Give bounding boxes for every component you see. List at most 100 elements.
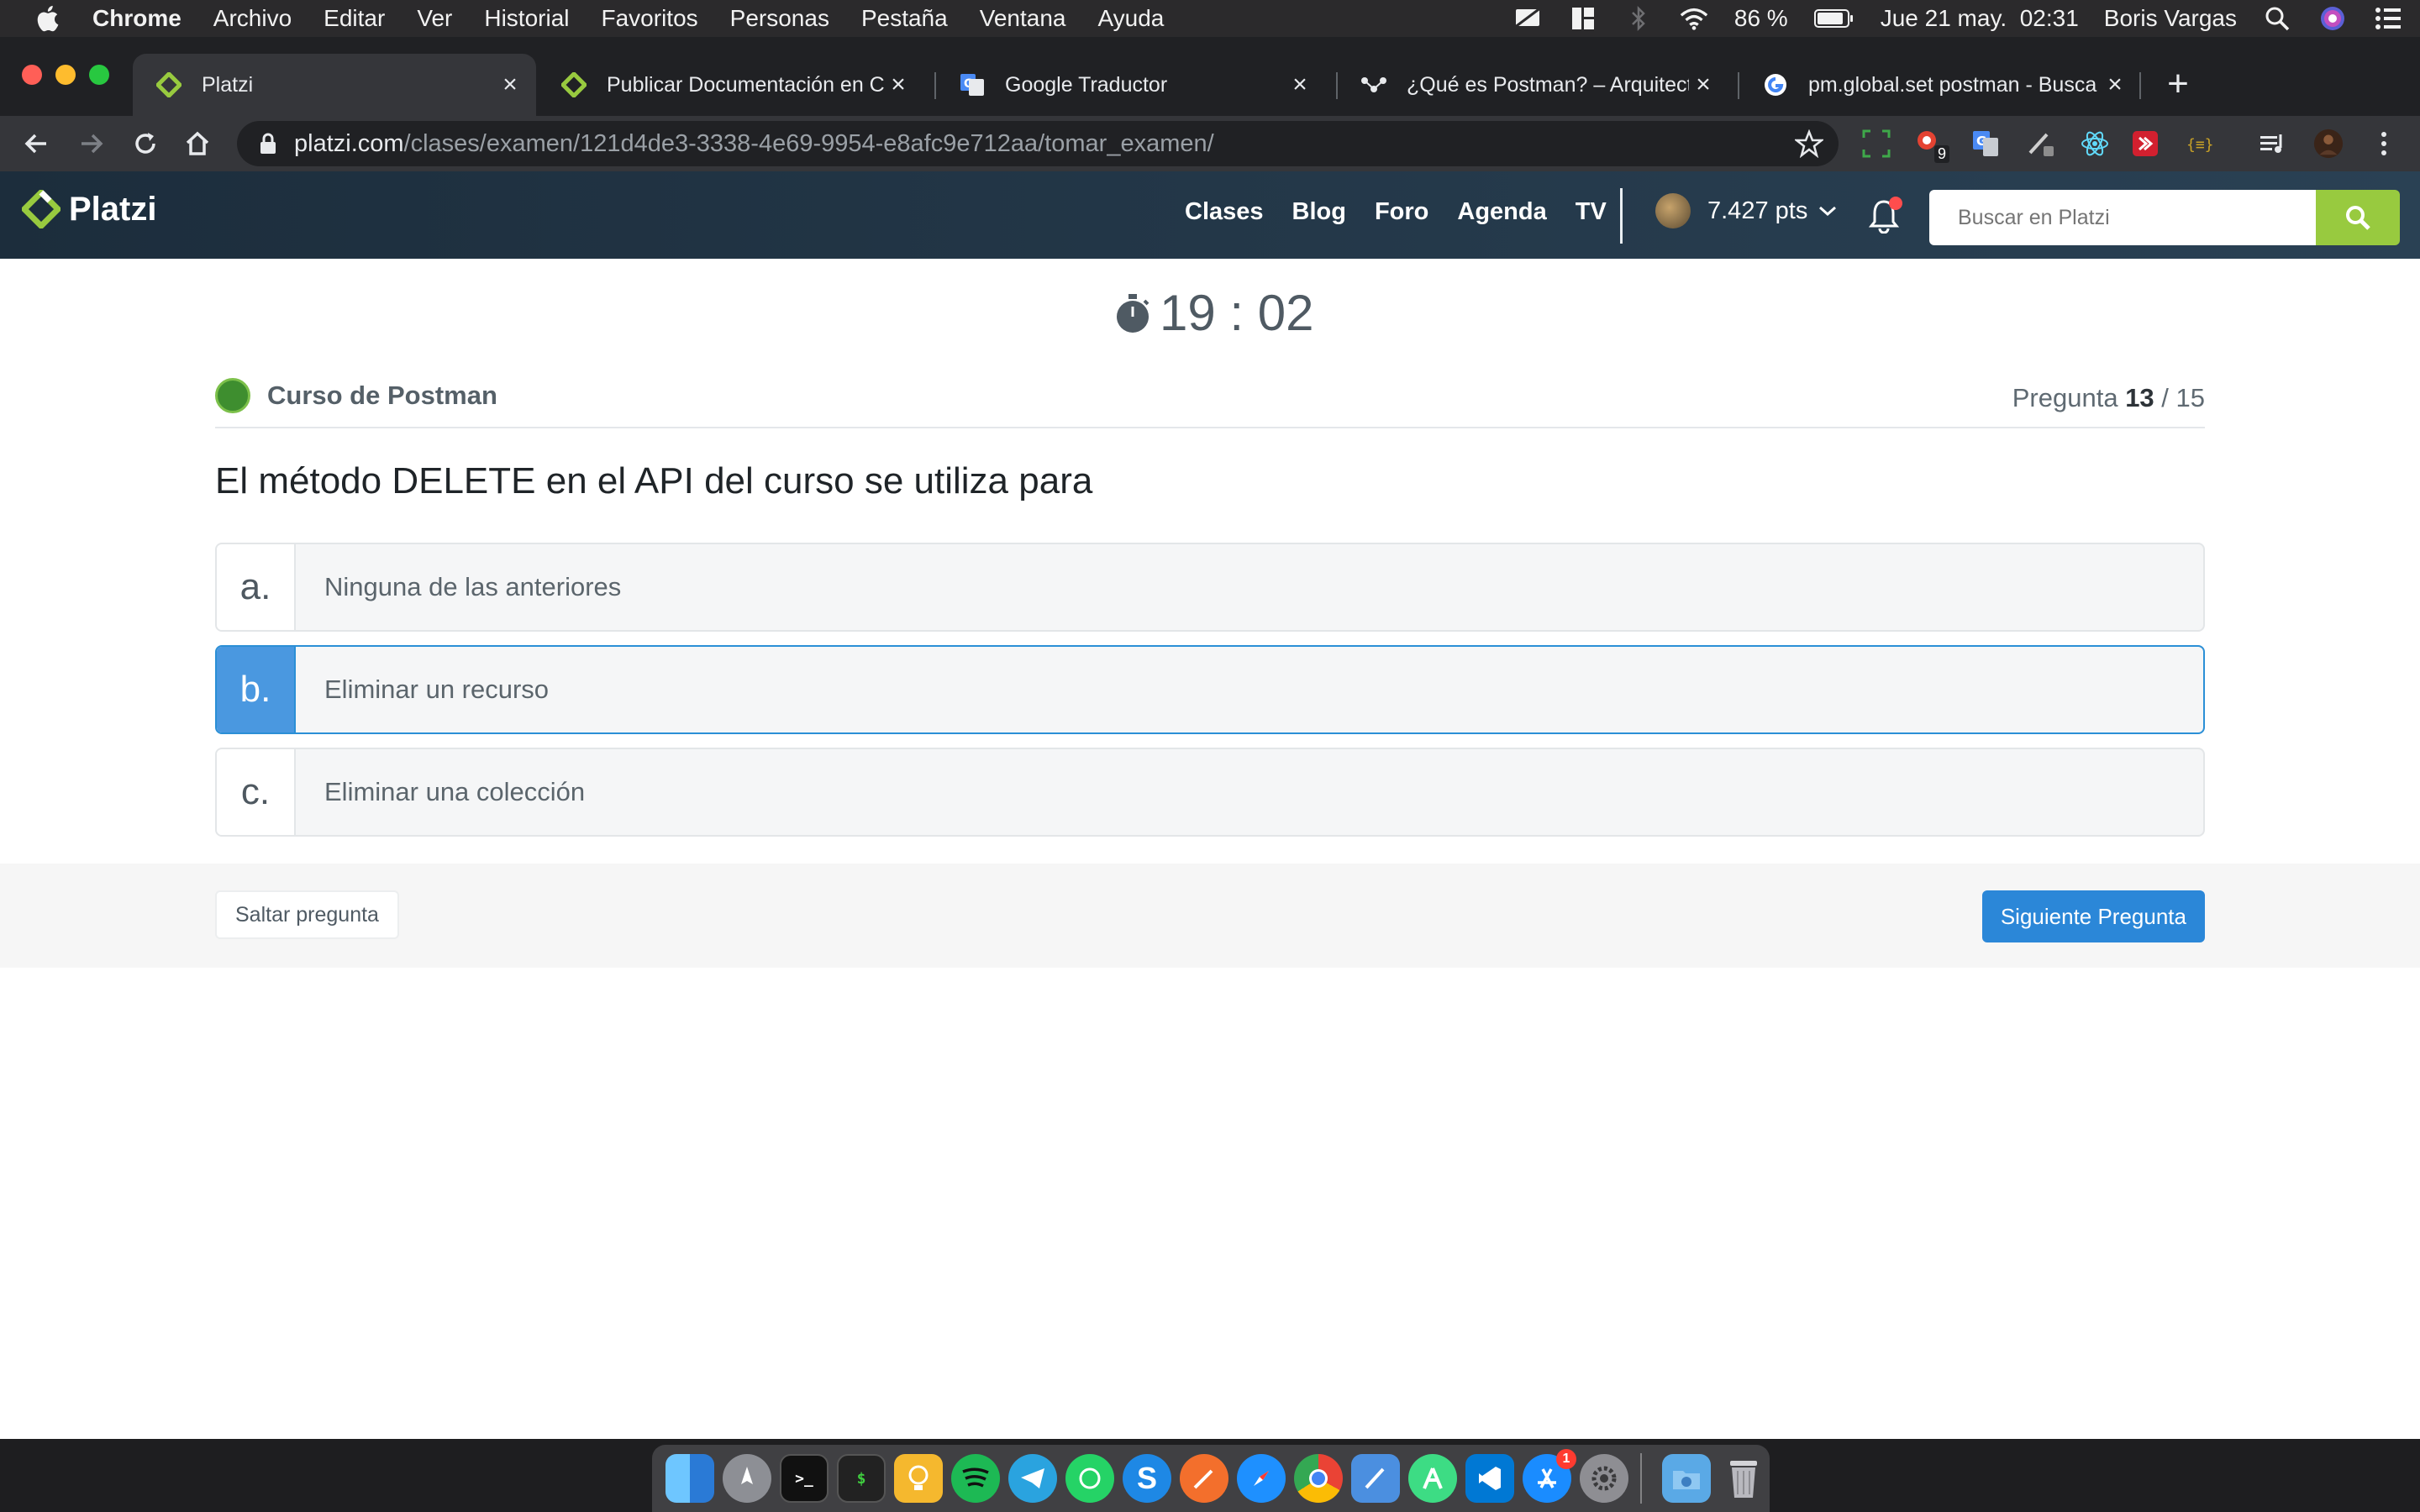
- close-tab-icon[interactable]: ×: [496, 71, 524, 99]
- wifi-icon[interactable]: [1679, 3, 1709, 34]
- close-tab-icon[interactable]: ×: [1286, 71, 1314, 99]
- brand-name: Platzi: [69, 190, 157, 228]
- notification-center-icon[interactable]: [2373, 3, 2403, 34]
- avatar: [1655, 193, 1691, 228]
- system-preferences-icon[interactable]: [1580, 1454, 1628, 1503]
- screenshot-extension-icon[interactable]: [1860, 128, 1892, 160]
- battery-icon[interactable]: [1813, 3, 1855, 34]
- todoist-extension-icon[interactable]: 9: [1914, 128, 1949, 163]
- lock-icon: [260, 133, 276, 154]
- answer-option-b[interactable]: b. Eliminar un recurso: [215, 645, 2205, 734]
- nav-foro[interactable]: Foro: [1375, 198, 1428, 226]
- safari-icon[interactable]: [1237, 1454, 1286, 1503]
- app-store-badge: 1: [1556, 1449, 1576, 1469]
- launchpad-icon[interactable]: [723, 1454, 771, 1503]
- user-points-menu[interactable]: 7.427 pts: [1655, 193, 1838, 228]
- forward-button[interactable]: [74, 126, 109, 161]
- google-translate-extension-icon[interactable]: G: [1970, 128, 2002, 160]
- menu-app-name[interactable]: Chrome: [92, 5, 182, 32]
- minimize-window-button[interactable]: [55, 65, 76, 85]
- chrome-menu-icon[interactable]: [2368, 128, 2400, 160]
- platzi-logo-icon: [22, 190, 60, 228]
- close-tab-icon[interactable]: ×: [2101, 71, 2129, 99]
- menu-pestana[interactable]: Pestaña: [861, 5, 948, 32]
- window-layout-icon[interactable]: [1568, 3, 1598, 34]
- bluetooth-icon[interactable]: [1623, 3, 1654, 34]
- question-text: El método DELETE en el API del curso se …: [215, 460, 1093, 501]
- home-button[interactable]: [180, 126, 215, 161]
- spotify-icon[interactable]: [951, 1454, 1000, 1503]
- sketch-pen-icon[interactable]: [1180, 1454, 1228, 1503]
- trash-icon[interactable]: [1719, 1454, 1768, 1503]
- media-control-icon[interactable]: [2257, 128, 2289, 160]
- iterm-icon[interactable]: $: [837, 1454, 886, 1503]
- android-studio-icon[interactable]: [1408, 1454, 1457, 1503]
- menu-favoritos[interactable]: Favoritos: [602, 5, 698, 32]
- next-question-button[interactable]: Siguiente Pregunta: [1981, 890, 2205, 942]
- apple-icon[interactable]: [30, 2, 64, 35]
- answer-option-a[interactable]: a. Ninguna de las anteriores: [215, 543, 2205, 632]
- answer-option-c[interactable]: c. Eliminar una colección: [215, 748, 2205, 837]
- back-button[interactable]: [18, 126, 54, 161]
- nav-clases[interactable]: Clases: [1185, 198, 1264, 226]
- downloads-folder-icon[interactable]: [1662, 1454, 1711, 1503]
- extension-badge: 9: [1933, 145, 1949, 163]
- whatsapp-icon[interactable]: [1065, 1454, 1114, 1503]
- bookmark-star-icon[interactable]: [1795, 129, 1823, 158]
- menu-ver[interactable]: Ver: [417, 5, 452, 32]
- address-bar[interactable]: platzi.com/clases/examen/121d4de3-3338-4…: [237, 121, 1839, 166]
- notification-icon[interactable]: [1512, 3, 1543, 34]
- react-devtools-icon[interactable]: [2079, 128, 2111, 160]
- close-tab-icon[interactable]: ×: [884, 71, 913, 99]
- platzi-search-button[interactable]: [2316, 190, 2400, 245]
- maximize-window-button[interactable]: [89, 65, 109, 85]
- xcode-icon[interactable]: [1351, 1454, 1400, 1503]
- course-name: Curso de Postman: [267, 381, 497, 410]
- tab-title: ¿Qué es Postman? – Arquitecto: [1407, 72, 1689, 97]
- tab-title: Google Traductor: [1005, 72, 1168, 97]
- close-tab-icon[interactable]: ×: [1689, 71, 1718, 99]
- telegram-icon[interactable]: [1008, 1454, 1057, 1503]
- menu-archivo[interactable]: Archivo: [213, 5, 292, 32]
- notifications-bell-icon[interactable]: [1867, 197, 1902, 235]
- menubar-datetime[interactable]: Jue 21 may. 02:31: [1881, 5, 2079, 32]
- vscode-icon[interactable]: [1465, 1454, 1514, 1503]
- tab-que-es-postman[interactable]: ¿Qué es Postman? – Arquitecto ×: [1338, 54, 1729, 116]
- skip-question-button[interactable]: Saltar pregunta: [215, 890, 399, 939]
- app-store-icon[interactable]: 1: [1523, 1449, 1576, 1503]
- chrome-icon[interactable]: [1294, 1454, 1343, 1503]
- menu-ayuda[interactable]: Ayuda: [1097, 5, 1164, 32]
- menubar-user[interactable]: Boris Vargas: [2104, 5, 2237, 32]
- menu-ventana[interactable]: Ventana: [980, 5, 1066, 32]
- nav-tv[interactable]: TV: [1576, 198, 1607, 226]
- finder-icon[interactable]: [666, 1454, 714, 1503]
- tab-publicar-documentacion[interactable]: Publicar Documentación en Cu ×: [538, 54, 924, 116]
- platzi-search-input[interactable]: [1929, 190, 2316, 245]
- platzi-icon: [560, 71, 588, 99]
- pocket-extension-icon[interactable]: [2129, 128, 2161, 160]
- pen-extension-icon[interactable]: [2025, 128, 2057, 160]
- menu-historial[interactable]: Historial: [484, 5, 569, 32]
- spotlight-search-icon[interactable]: [2262, 3, 2292, 34]
- tab-google-traductor[interactable]: G Google Traductor ×: [936, 54, 1326, 116]
- tab-platzi[interactable]: Platzi ×: [133, 54, 536, 116]
- profile-avatar[interactable]: [2312, 128, 2344, 160]
- tab-title: Publicar Documentación en Cu: [607, 72, 884, 97]
- url-text: platzi.com/clases/examen/121d4de3-3338-4…: [294, 129, 1214, 157]
- reload-button[interactable]: [128, 126, 163, 161]
- tab-pm-global-set[interactable]: pm.global.set postman - Busca ×: [1739, 54, 2141, 116]
- skype-icon[interactable]: S: [1123, 1454, 1171, 1503]
- menu-editar[interactable]: Editar: [324, 5, 385, 32]
- new-tab-button[interactable]: +: [2161, 66, 2195, 102]
- menu-personas[interactable]: Personas: [730, 5, 829, 32]
- nav-agenda[interactable]: Agenda: [1457, 198, 1546, 226]
- nav-blog[interactable]: Blog: [1292, 198, 1346, 226]
- json-viewer-extension-icon[interactable]: {≡}: [2183, 128, 2215, 160]
- siri-icon[interactable]: [2317, 3, 2348, 34]
- terminal-icon[interactable]: >_: [780, 1454, 829, 1503]
- option-text: Eliminar un recurso: [324, 675, 550, 704]
- macos-dock: >_ $ S 1: [652, 1445, 1770, 1512]
- idea-bulb-icon[interactable]: [894, 1454, 943, 1503]
- close-window-button[interactable]: [22, 65, 42, 85]
- platzi-logo[interactable]: Platzi: [22, 190, 156, 228]
